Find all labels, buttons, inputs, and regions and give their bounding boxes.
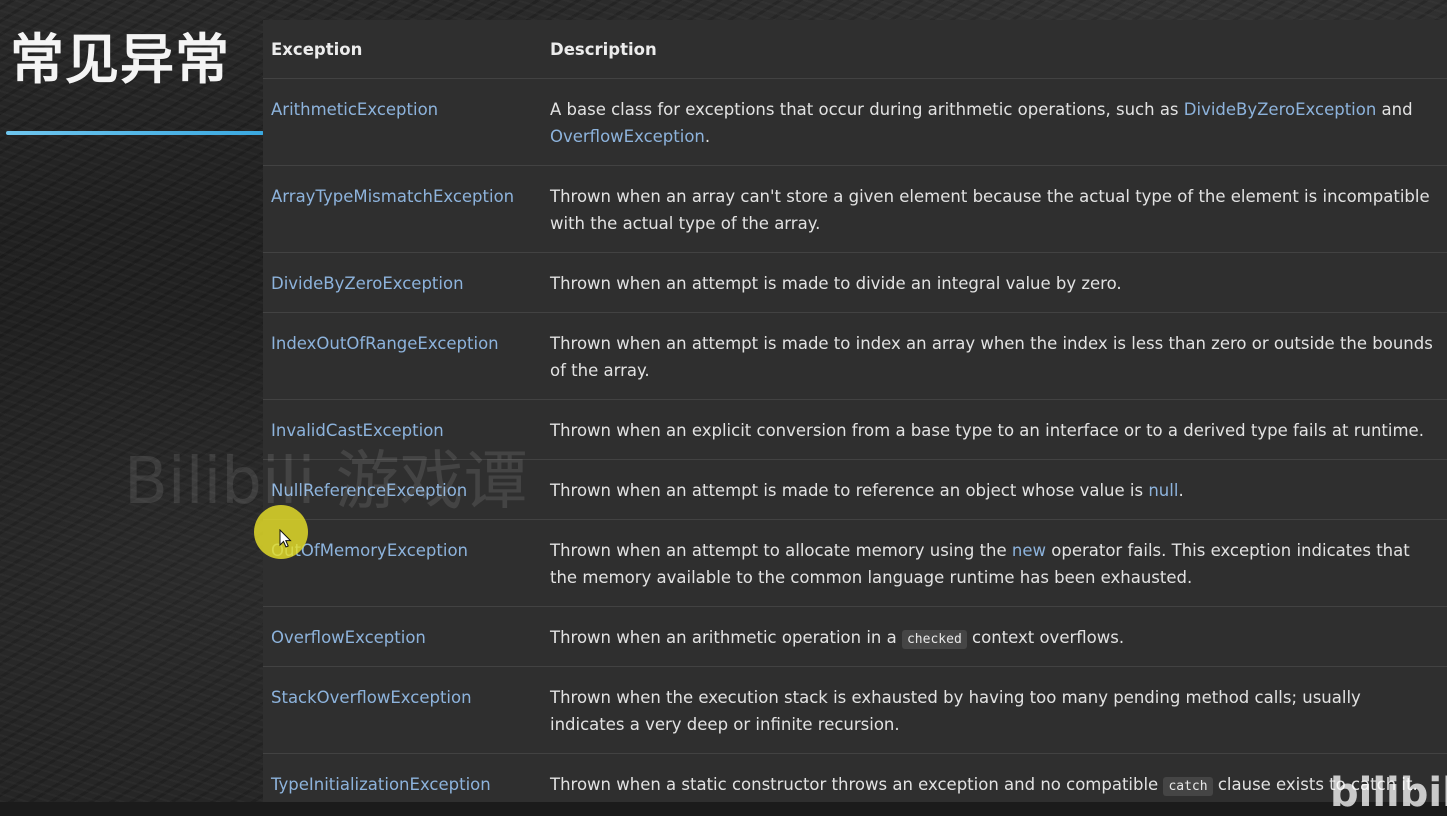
table-row: ArrayTypeMismatchException Thrown when a… xyxy=(263,165,1447,253)
description-text: Thrown when the execution stack is exhau… xyxy=(550,688,1361,734)
exception-description: Thrown when an attempt is made to divide… xyxy=(542,252,1447,313)
inline-link[interactable]: DivideByZeroException xyxy=(1184,100,1377,119)
exception-description: Thrown when an array can't store a given… xyxy=(542,165,1447,253)
exception-description: Thrown when an attempt to allocate memor… xyxy=(542,519,1447,607)
exception-link[interactable]: IndexOutOfRangeException xyxy=(271,334,499,353)
table-row: OverflowException Thrown when an arithme… xyxy=(263,606,1447,667)
inline-link[interactable]: new xyxy=(1012,541,1046,560)
table-row: TypeInitializationException Thrown when … xyxy=(263,753,1447,802)
exception-description: Thrown when an arithmetic operation in a… xyxy=(542,606,1447,667)
exception-link[interactable]: TypeInitializationException xyxy=(271,775,491,794)
title-underline xyxy=(6,131,264,135)
exception-description: A base class for exceptions that occur d… xyxy=(542,78,1447,166)
description-text: Thrown when an attempt is made to divide… xyxy=(550,274,1122,293)
slide-title: 常见异常 xyxy=(10,28,230,91)
table-row: DivideByZeroException Thrown when an att… xyxy=(263,252,1447,313)
exception-link[interactable]: StackOverflowException xyxy=(271,688,472,707)
exception-description: Thrown when a static constructor throws … xyxy=(542,753,1447,802)
description-text: A base class for exceptions that occur d… xyxy=(550,100,1184,119)
description-text: Thrown when a static constructor throws … xyxy=(550,775,1164,794)
exception-table: Exception Description ArithmeticExceptio… xyxy=(263,20,1447,802)
header-exception: Exception xyxy=(263,20,542,79)
inline-link[interactable]: OverflowException xyxy=(550,127,705,146)
exception-table-panel: Exception Description ArithmeticExceptio… xyxy=(263,20,1447,802)
inline-code: catch xyxy=(1163,777,1213,796)
description-text: Thrown when an attempt is made to refere… xyxy=(550,481,1149,500)
table-row: StackOverflowException Thrown when the e… xyxy=(263,666,1447,754)
description-text: Thrown when an attempt is made to index … xyxy=(550,334,1433,380)
description-text: . xyxy=(704,127,711,146)
table-row: IndexOutOfRangeException Thrown when an … xyxy=(263,312,1447,400)
exception-description: Thrown when an attempt is made to index … xyxy=(542,312,1447,400)
description-text: context overflows. xyxy=(966,628,1125,647)
exception-link[interactable]: ArrayTypeMismatchException xyxy=(271,187,514,206)
header-description: Description xyxy=(542,20,1447,79)
exception-link[interactable]: OverflowException xyxy=(271,628,426,647)
mouse-cursor-icon xyxy=(279,529,292,548)
table-header-row: Exception Description xyxy=(263,20,1447,79)
description-text: Thrown when an attempt to allocate memor… xyxy=(550,541,1012,560)
description-text: Thrown when an arithmetic operation in a xyxy=(550,628,902,647)
inline-link[interactable]: null xyxy=(1148,481,1178,500)
table-row: OutOfMemoryException Thrown when an atte… xyxy=(263,519,1447,607)
description-text: . xyxy=(1178,481,1184,500)
exception-link[interactable]: DivideByZeroException xyxy=(271,274,464,293)
corner-watermark: bilibili xyxy=(1330,770,1447,816)
inline-code: checked xyxy=(901,630,967,649)
exception-link[interactable]: ArithmeticException xyxy=(271,100,438,119)
exception-description: Thrown when the execution stack is exhau… xyxy=(542,666,1447,754)
watermark: Bilibili 游戏谭 xyxy=(124,445,528,519)
description-text: Thrown when an explicit conversion from … xyxy=(550,421,1424,440)
exception-description: Thrown when an attempt is made to refere… xyxy=(542,459,1447,520)
description-text: Thrown when an array can't store a given… xyxy=(550,187,1430,233)
table-row: ArithmeticException A base class for exc… xyxy=(263,78,1447,166)
exception-description: Thrown when an explicit conversion from … xyxy=(542,399,1447,460)
description-text: and xyxy=(1376,100,1413,119)
